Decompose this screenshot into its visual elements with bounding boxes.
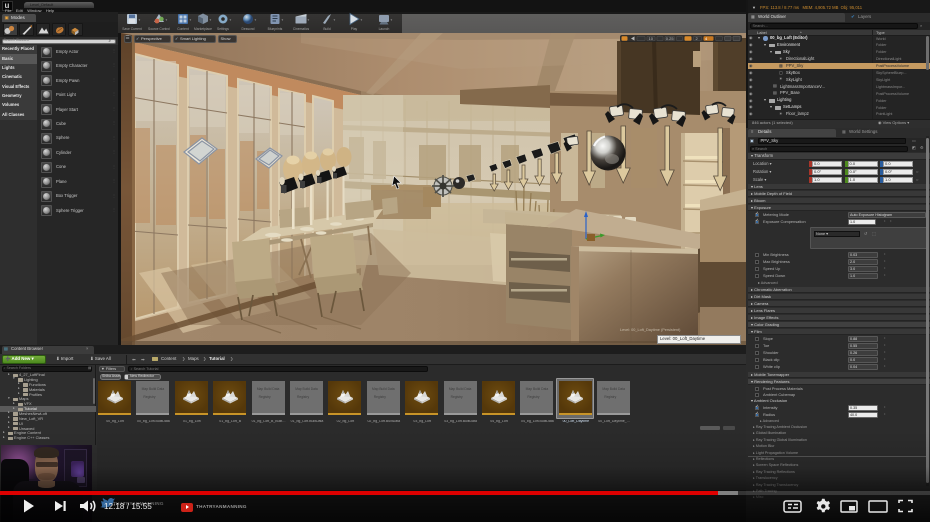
svg-text:0.25: 0.25: [666, 36, 675, 41]
svg-text:10: 10: [649, 36, 654, 41]
svg-text:12:18 / 15:55: 12:18 / 15:55: [104, 502, 152, 511]
